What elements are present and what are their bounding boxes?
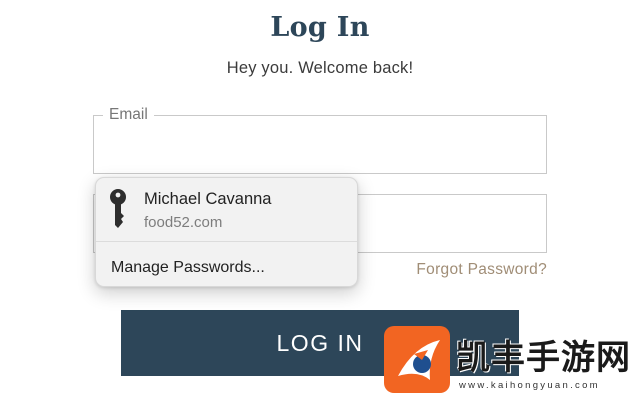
popup-divider: [96, 241, 357, 242]
page-subtitle: Hey you. Welcome back!: [226, 59, 414, 77]
watermark-url: www.kaihongyuan.com: [459, 380, 600, 391]
credential-site: food52.com: [144, 214, 223, 231]
key-icon: [110, 189, 126, 228]
page-title: Log In: [270, 12, 370, 43]
password-autofill-popup: Michael Cavanna food52.com Manage Passwo…: [95, 177, 358, 287]
saved-credential-item[interactable]: Michael Cavanna food52.com: [96, 178, 357, 241]
credential-username: Michael Cavanna: [144, 190, 272, 208]
email-field[interactable]: Email: [93, 106, 547, 174]
watermark-logo: [384, 326, 450, 393]
site-watermark: 凯丰手游网 www.kaihongyuan.com: [384, 326, 636, 396]
manage-passwords-item[interactable]: Manage Passwords...: [111, 259, 265, 277]
watermark-emblem-icon: [398, 340, 440, 380]
forgot-password-link[interactable]: Forgot Password?: [416, 261, 547, 279]
watermark-title: 凯丰手游网: [456, 339, 631, 377]
email-label: Email: [103, 106, 154, 124]
